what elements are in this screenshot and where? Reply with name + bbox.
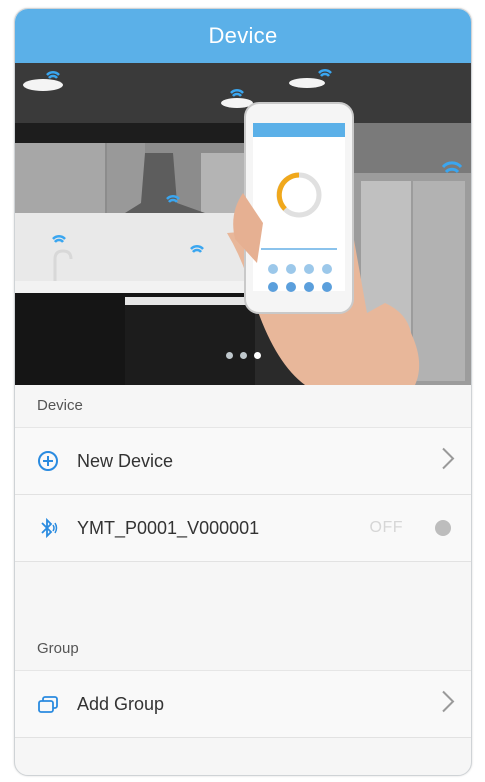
chevron-right-icon — [441, 447, 455, 476]
device-section-label: Device — [15, 385, 471, 428]
group-section-label: Group — [15, 628, 471, 671]
wifi-icon — [46, 71, 60, 79]
app-window: Device Device New Device YMT_P0001_V0000… — [14, 8, 472, 776]
wifi-icon — [441, 161, 463, 174]
device-status: OFF — [369, 519, 403, 536]
add-group-label: Add Group — [77, 693, 165, 714]
cards-icon — [37, 693, 59, 715]
plus-circle-icon — [37, 450, 59, 472]
device-name: YMT_P0001_V000001 — [77, 517, 260, 538]
spacer — [15, 562, 471, 628]
wifi-icon — [230, 89, 244, 97]
device-list-item[interactable]: YMT_P0001_V000001 OFF — [15, 495, 471, 562]
new-device-row[interactable]: New Device — [15, 428, 471, 495]
chevron-right-icon — [441, 690, 455, 719]
new-device-label: New Device — [77, 450, 174, 471]
carousel-dot[interactable] — [225, 352, 233, 359]
wifi-icon — [318, 69, 332, 77]
device-toggle[interactable] — [435, 520, 451, 536]
wifi-icon — [166, 195, 180, 203]
bluetooth-icon — [37, 517, 59, 539]
carousel-dots[interactable] — [15, 352, 471, 359]
carousel-dot[interactable] — [239, 352, 247, 359]
carousel-dot-active[interactable] — [253, 352, 261, 359]
page-title: Device — [15, 9, 471, 63]
wifi-icon — [52, 235, 66, 243]
wifi-icons-layer — [46, 69, 463, 253]
add-group-row[interactable]: Add Group — [15, 671, 471, 738]
hero-banner[interactable] — [15, 63, 471, 385]
wifi-icon — [190, 245, 204, 253]
